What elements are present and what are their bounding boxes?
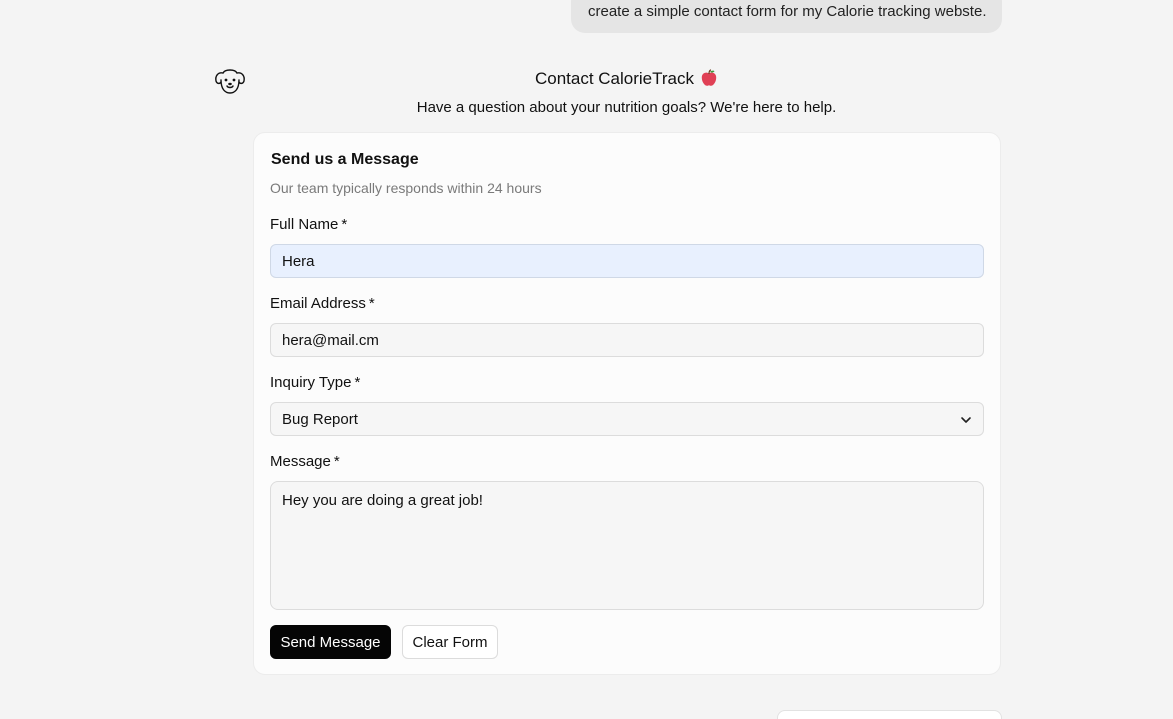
inquiry-type-label: Inquiry Type *: [270, 374, 360, 391]
email-label-text: Email Address: [270, 295, 366, 312]
apple-icon: [701, 69, 717, 86]
contact-form-card: Send us a Message Our team typically res…: [253, 132, 1001, 675]
required-marker: *: [333, 453, 340, 470]
form-description: Our team typically responds within 24 ho…: [270, 180, 542, 196]
required-marker: *: [354, 374, 361, 391]
page-title: Contact CalorieTrack: [0, 69, 1173, 89]
clear-form-button[interactable]: Clear Form: [402, 625, 498, 659]
next-message-bubble: [777, 710, 1002, 719]
required-marker: *: [368, 295, 375, 312]
chevron-down-icon: [961, 417, 971, 423]
send-message-button[interactable]: Send Message: [270, 625, 391, 659]
full-name-label: Full Name *: [270, 216, 347, 233]
full-name-value: Hera: [282, 253, 315, 270]
inquiry-type-select[interactable]: Bug Report: [270, 402, 984, 436]
message-label: Message *: [270, 453, 340, 470]
required-marker: *: [341, 216, 348, 233]
page-title-text: Contact CalorieTrack: [534, 69, 695, 88]
email-value: hera@mail.cm: [282, 332, 379, 349]
inquiry-type-label-text: Inquiry Type: [270, 374, 352, 391]
full-name-input[interactable]: Hera: [270, 244, 984, 278]
user-message-text: create a simple contact form for my Calo…: [588, 3, 987, 20]
full-name-label-text: Full Name: [270, 216, 339, 233]
email-label: Email Address *: [270, 295, 375, 312]
message-label-text: Message: [270, 453, 331, 470]
message-value: Hey you are doing a great job!: [282, 492, 483, 509]
inquiry-type-value: Bug Report: [282, 411, 358, 428]
message-textarea[interactable]: Hey you are doing a great job!: [270, 481, 984, 610]
form-title: Send us a Message: [271, 151, 419, 168]
user-message-bubble: create a simple contact form for my Calo…: [571, 0, 1002, 33]
page-subtitle: Have a question about your nutrition goa…: [416, 99, 837, 116]
email-input[interactable]: hera@mail.cm: [270, 323, 984, 357]
